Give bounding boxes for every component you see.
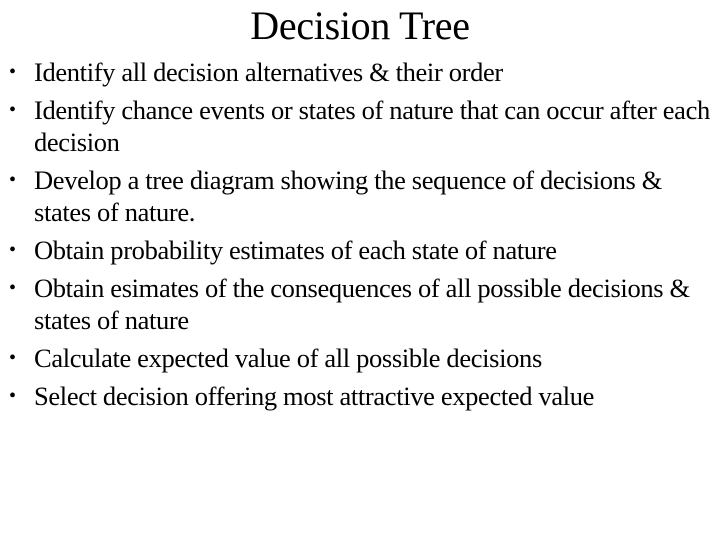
bullet-text: Select decision offering most attractive…: [34, 381, 595, 411]
bullet-list: • Identify all decision alternatives & t…: [0, 56, 720, 418]
bullet-icon: •: [9, 347, 16, 369]
bullet-icon: •: [9, 385, 16, 407]
bullet-text: Identify chance events or states of natu…: [34, 95, 710, 157]
bullet-icon: •: [9, 277, 16, 299]
bullet-text: Obtain esimates of the consequences of a…: [34, 273, 690, 335]
bullet-item: • Select decision offering most attracti…: [0, 380, 720, 412]
bullet-text: Identify all decision alternatives & the…: [34, 57, 503, 87]
bullet-text: Develop a tree diagram showing the seque…: [34, 165, 663, 227]
slide-title: Decision Tree: [250, 3, 470, 48]
bullet-icon: •: [9, 239, 16, 261]
bullet-icon: •: [9, 61, 16, 83]
bullet-icon: •: [9, 99, 16, 121]
bullet-item: • Obtain esimates of the consequences of…: [0, 272, 720, 336]
slide: Decision Tree • Identify all decision al…: [0, 0, 720, 540]
bullet-item: • Identify chance events or states of na…: [0, 94, 720, 158]
bullet-item: • Calculate expected value of all possib…: [0, 342, 720, 374]
bullet-text: Calculate expected value of all possible…: [34, 343, 542, 373]
bullet-item: • Identify all decision alternatives & t…: [0, 56, 720, 88]
bullet-item: • Obtain probability estimates of each s…: [0, 234, 720, 266]
bullet-item: • Develop a tree diagram showing the seq…: [0, 164, 720, 228]
bullet-icon: •: [9, 169, 16, 191]
bullet-text: Obtain probability estimates of each sta…: [34, 235, 557, 265]
